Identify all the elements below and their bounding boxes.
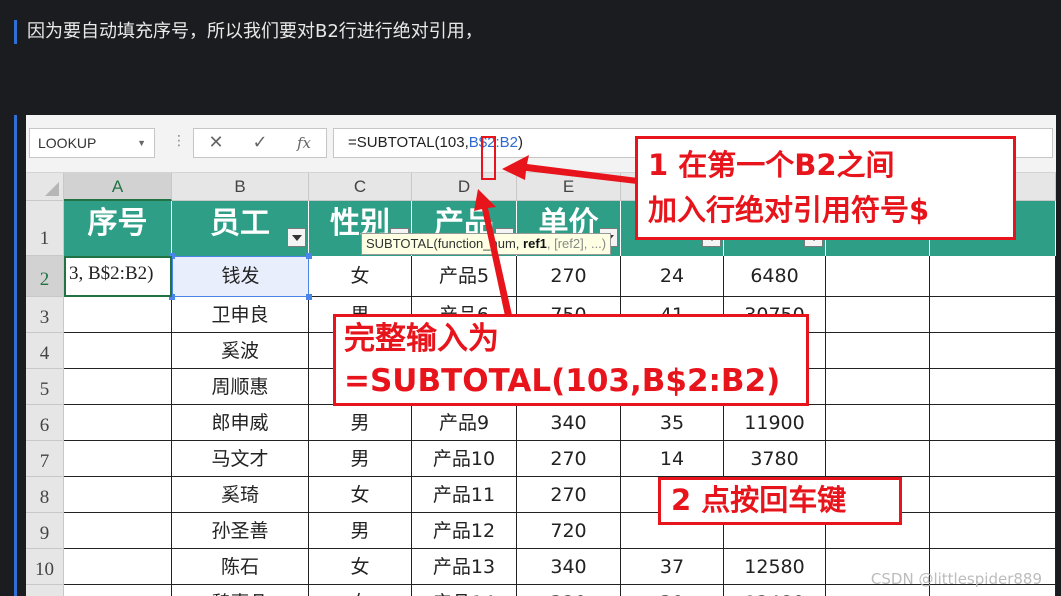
- annotation-step2: 2 点按回车键: [658, 477, 902, 525]
- annotation-full-line2: =SUBTOTAL(103,B$2:B2): [344, 363, 781, 399]
- caption-accent-bar: [14, 20, 17, 44]
- annotation-full-line1: 完整输入为: [344, 321, 499, 357]
- arrow-full-input: [474, 189, 512, 316]
- excel-screenshot: LOOKUP ▼ ⋮ ✕ ✓ fx =SUBTOTAL(103,B$2:B2) …: [26, 115, 1056, 596]
- arrow-step1: [502, 155, 638, 184]
- annotation-step1-line1: 1 在第一个B2之间: [648, 148, 895, 182]
- annotation-full-formula: 完整输入为 =SUBTOTAL(103,B$2:B2): [333, 314, 809, 406]
- article-caption: 因为要自动填充序号，所以我们要对B2行进行绝对引用，: [27, 21, 483, 42]
- annotation-step1-line2: 加入行绝对引用符号$: [648, 193, 930, 227]
- annotation-step1: 1 在第一个B2之间 加入行绝对引用符号$: [635, 136, 1016, 240]
- screenshot-accent-bar: [14, 115, 17, 596]
- watermark: CSDN @littlespider889: [870, 570, 1042, 588]
